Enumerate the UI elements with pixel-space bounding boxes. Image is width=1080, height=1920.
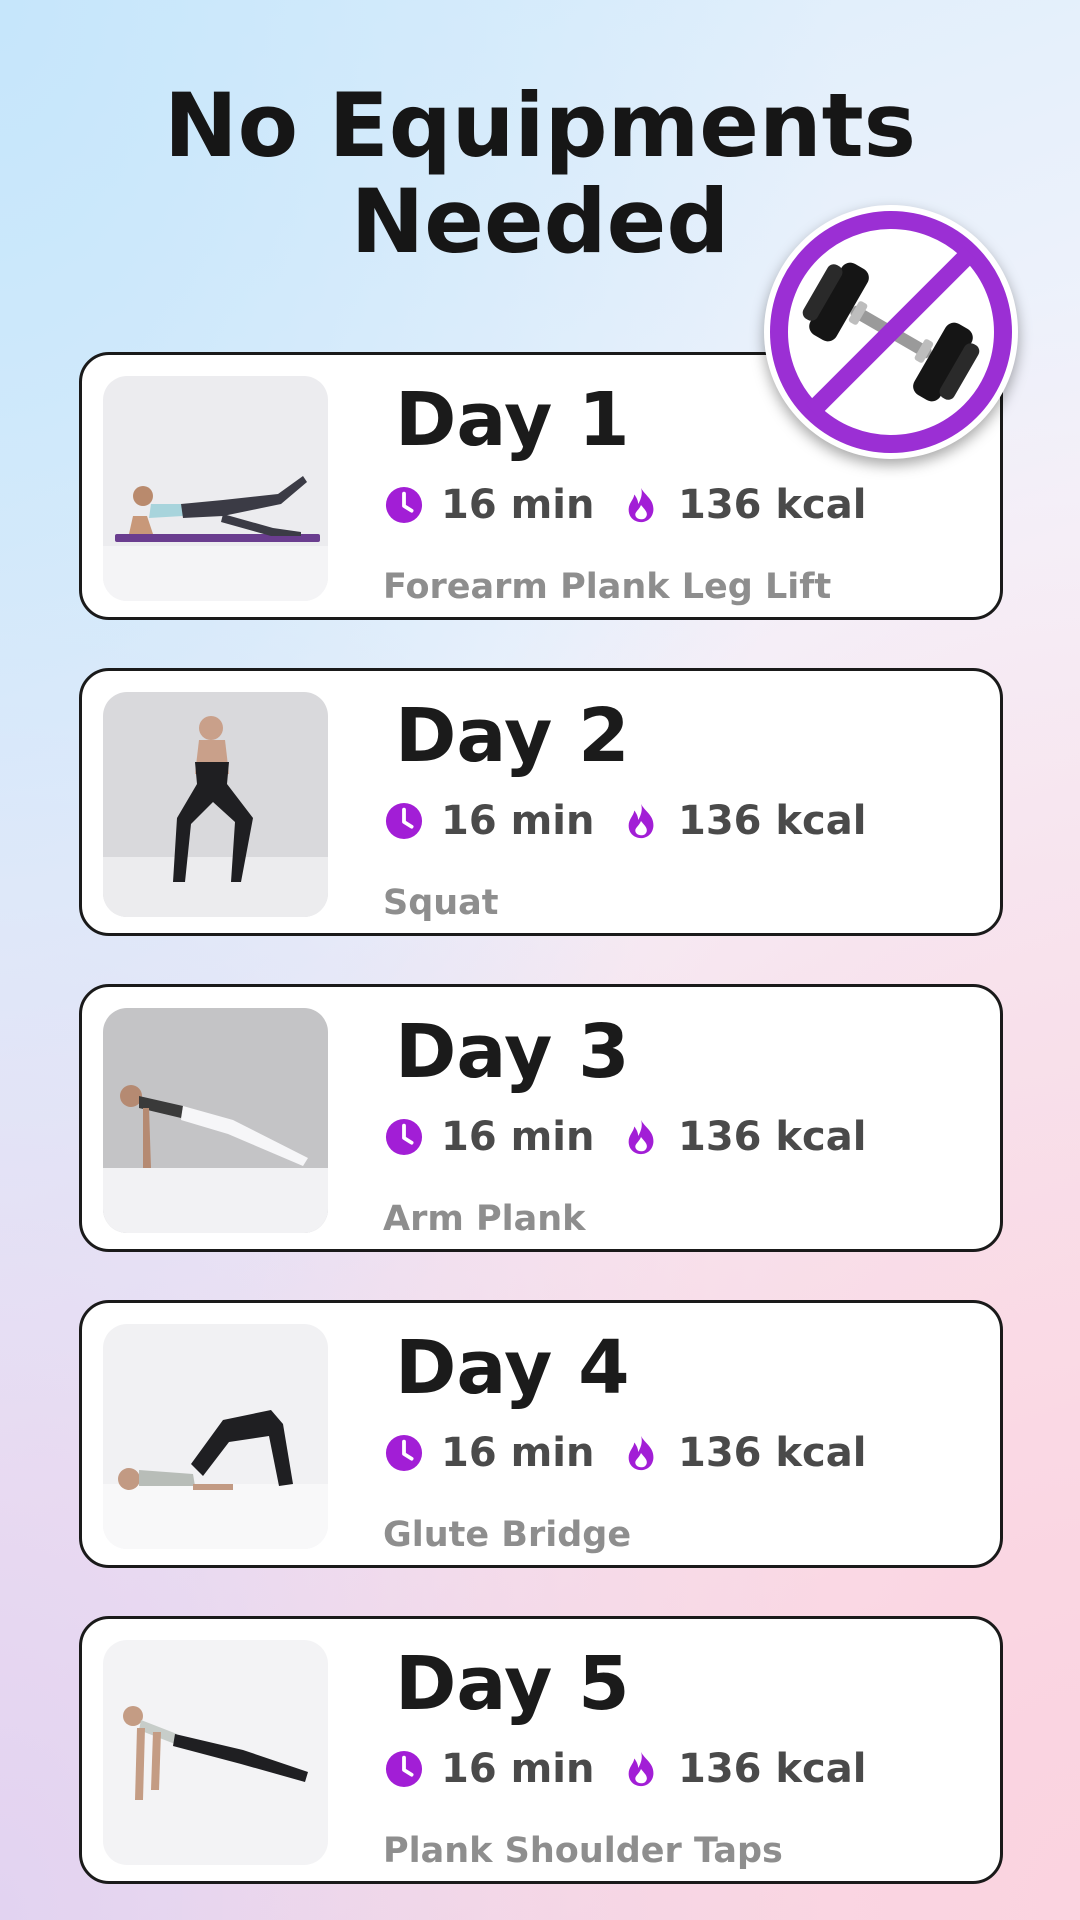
duration: 16 min (385, 1747, 594, 1791)
duration: 16 min (385, 799, 594, 843)
calories: 136 kcal (622, 483, 866, 527)
exercise-thumbnail (103, 376, 328, 601)
exercise-thumbnail (103, 1008, 328, 1233)
exercise-name: Forearm Plank Leg Lift (383, 565, 831, 609)
exercise-name: Squat (383, 881, 499, 925)
calories-value: 136 kcal (678, 1746, 866, 1792)
duration-value: 16 min (441, 798, 594, 844)
clock-icon (385, 802, 423, 840)
title-line-1: No Equipments (0, 78, 1080, 174)
no-dumbbell-icon (764, 205, 1018, 459)
calories-value: 136 kcal (678, 1430, 866, 1476)
exercise-thumbnail (103, 1324, 328, 1549)
flame-icon (622, 486, 660, 524)
day-card-5[interactable]: Day 5 16 min 136 kcal Plank Shoulder Tap… (79, 1616, 1003, 1884)
duration-value: 16 min (441, 482, 594, 528)
exercise-name: Glute Bridge (383, 1513, 631, 1557)
day-label: Day 3 (395, 1007, 630, 1097)
exercise-name: Plank Shoulder Taps (383, 1829, 783, 1873)
duration: 16 min (385, 1431, 594, 1475)
duration-value: 16 min (441, 1114, 594, 1160)
clock-icon (385, 1118, 423, 1156)
calories: 136 kcal (622, 799, 866, 843)
flame-icon (622, 1434, 660, 1472)
day-label: Day 1 (395, 375, 630, 465)
calories: 136 kcal (622, 1747, 866, 1791)
day-card-4[interactable]: Day 4 16 min 136 kcal Glute Bridge (79, 1300, 1003, 1568)
calories: 136 kcal (622, 1115, 866, 1159)
flame-icon (622, 1750, 660, 1788)
exercise-thumbnail (103, 1640, 328, 1865)
exercise-name: Arm Plank (383, 1197, 585, 1241)
day-label: Day 4 (395, 1323, 630, 1413)
clock-icon (385, 1434, 423, 1472)
duration: 16 min (385, 483, 594, 527)
duration-value: 16 min (441, 1746, 594, 1792)
clock-icon (385, 1750, 423, 1788)
flame-icon (622, 802, 660, 840)
duration-value: 16 min (441, 1430, 594, 1476)
day-label: Day 2 (395, 691, 630, 781)
flame-icon (622, 1118, 660, 1156)
calories-value: 136 kcal (678, 1114, 866, 1160)
duration: 16 min (385, 1115, 594, 1159)
day-card-3[interactable]: Day 3 16 min 136 kcal Arm Plank (79, 984, 1003, 1252)
day-label: Day 5 (395, 1639, 630, 1729)
calories-value: 136 kcal (678, 798, 866, 844)
calories-value: 136 kcal (678, 482, 866, 528)
day-card-2[interactable]: Day 2 16 min 136 kcal Squat (79, 668, 1003, 936)
calories: 136 kcal (622, 1431, 866, 1475)
clock-icon (385, 486, 423, 524)
exercise-thumbnail (103, 692, 328, 917)
